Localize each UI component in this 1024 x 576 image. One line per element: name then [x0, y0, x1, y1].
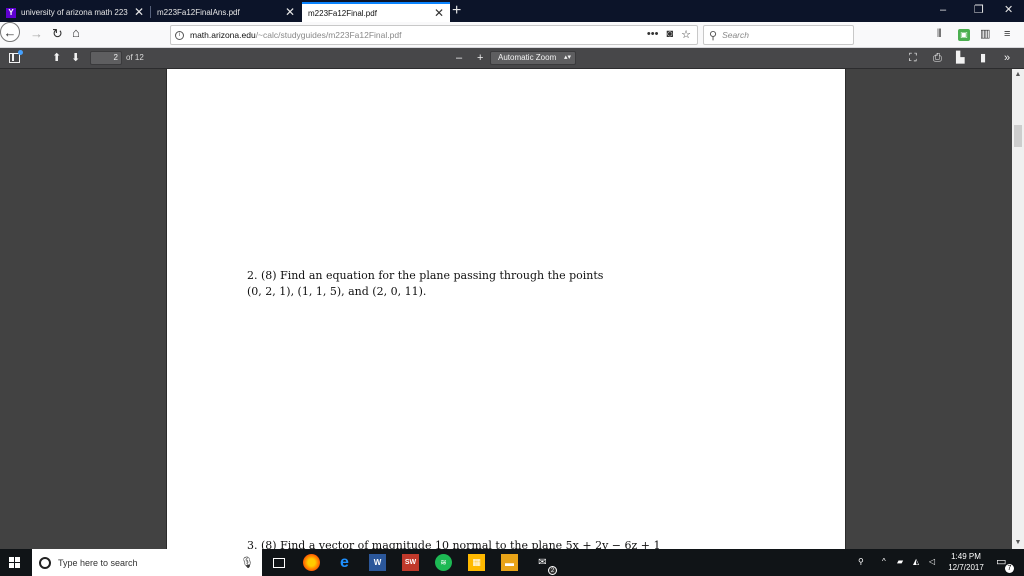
action-center-icon[interactable]: ▭ 7: [996, 555, 1014, 573]
tab-university-search[interactable]: Y university of arizona math 223 ✕: [0, 3, 150, 22]
system-clock[interactable]: 1:49 PM 12/7/2017: [944, 551, 988, 573]
bookmark-star-icon[interactable]: ☆: [681, 28, 691, 41]
zoom-in-button[interactable]: +: [477, 52, 483, 64]
microphone-icon[interactable]: 🎙︎: [240, 556, 254, 569]
extension-icon[interactable]: ▣: [958, 29, 970, 41]
scroll-up-icon[interactable]: ▲: [1012, 69, 1024, 81]
reload-icon: ↻: [52, 26, 63, 41]
more-tools-button[interactable]: »: [1004, 52, 1010, 64]
arrow-down-icon: ⬇: [71, 52, 81, 64]
close-window-button[interactable]: ✕: [1004, 4, 1013, 16]
pdf-toolbar: ⬆ ⬇ 2 of 12 – + Automatic Zoom ▴▾ ⛶ ⎙ ▙ …: [0, 48, 1024, 69]
mail-icon[interactable]: ✉ 2: [534, 554, 557, 575]
pocket-icon[interactable]: ◙: [666, 28, 673, 41]
pdf-viewer[interactable]: 2. (8) Find an equation for the plane pa…: [0, 69, 1012, 549]
save-icon[interactable]: ▙: [956, 52, 964, 64]
notification-badge: 7: [1005, 564, 1014, 573]
people-icon[interactable]: ⚲: [858, 557, 864, 566]
close-tab-icon[interactable]: ✕: [285, 6, 295, 18]
problem-2: 2. (8) Find an equation for the plane pa…: [247, 268, 603, 300]
previous-page-button[interactable]: ⬆: [52, 52, 61, 64]
windows-start-icon[interactable]: [9, 557, 20, 568]
info-icon[interactable]: i: [175, 30, 184, 40]
zoom-level: Automatic Zoom: [498, 53, 557, 62]
tab-final-answers[interactable]: m223Fa12FinalAns.pdf ✕: [151, 3, 301, 22]
home-button[interactable]: ⌂: [72, 26, 80, 40]
tab-label: m223Fa12FinalAns.pdf: [157, 8, 240, 17]
solidworks-icon[interactable]: SW: [402, 554, 419, 571]
task-view-icon[interactable]: [270, 554, 287, 571]
mail-badge: 2: [548, 566, 557, 575]
pdf-page: 2. (8) Find an equation for the plane pa…: [166, 69, 846, 549]
page-count: of 12: [126, 53, 144, 62]
firefox-icon[interactable]: [303, 554, 320, 571]
yahoo-icon: Y: [6, 7, 16, 18]
file-explorer-icon[interactable]: ▬: [501, 554, 518, 571]
arrow-up-icon: ⬆: [52, 52, 62, 64]
library-icon[interactable]: ⫴: [937, 28, 942, 40]
zoom-select[interactable]: Automatic Zoom ▴▾: [490, 51, 576, 65]
problem-2-line-2: (0, 2, 1), (1, 1, 5), and (2, 0, 11).: [247, 285, 427, 298]
next-page-button[interactable]: ⬇: [71, 52, 80, 64]
search-bar[interactable]: ⚲ Search: [703, 25, 854, 45]
word-icon[interactable]: W: [369, 554, 386, 571]
scroll-down-icon[interactable]: ▼: [1012, 537, 1024, 549]
problem-2-line-1: 2. (8) Find an equation for the plane pa…: [247, 269, 604, 282]
restore-button[interactable]: ❐: [974, 4, 984, 16]
url-host: math.arizona.edu: [190, 30, 256, 40]
search-icon: ⚲: [709, 29, 718, 42]
tab-final-pdf[interactable]: m223Fa12Final.pdf ✕: [302, 2, 450, 22]
tab-label: m223Fa12Final.pdf: [308, 8, 377, 18]
toggle-sidebar-button[interactable]: [9, 50, 23, 63]
wifi-icon[interactable]: ◭: [913, 557, 919, 566]
forward-button[interactable]: →: [30, 27, 43, 41]
problem-3-partial: 3. (8) Find a vector of magnitude 10 nor…: [247, 539, 661, 549]
windows-taskbar: Type here to search 🎙︎ e W SW ≋ ▦ ▬ ✉ 2 ⚲…: [0, 549, 1024, 576]
back-button[interactable]: ←: [0, 22, 20, 42]
spotify-icon[interactable]: ≋: [435, 554, 452, 571]
search-placeholder: Search: [722, 30, 749, 40]
arrow-left-icon: ←: [3, 24, 17, 40]
bookmark-icon[interactable]: ▮: [980, 52, 986, 64]
network-icon[interactable]: ▰: [897, 557, 903, 566]
store-icon[interactable]: ▦: [468, 554, 485, 571]
taskbar-search-placeholder: Type here to search: [58, 557, 138, 568]
dropdown-arrows-icon: ▴▾: [563, 54, 571, 61]
sidebar-icon[interactable]: ▥: [980, 28, 990, 40]
navigation-toolbar: ← → ↻ ⌂ i math.arizona.edu /~calc/studyg…: [0, 22, 1024, 48]
cortana-icon: [39, 556, 51, 569]
close-tab-icon[interactable]: ✕: [134, 6, 144, 18]
home-icon: ⌂: [72, 25, 80, 40]
notification-dot: [18, 50, 23, 55]
reload-button[interactable]: ↻: [52, 27, 63, 41]
volume-icon[interactable]: ◁: [929, 557, 935, 566]
vertical-scrollbar[interactable]: ▲ ▼: [1012, 69, 1024, 549]
clock-time: 1:49 PM: [951, 552, 981, 561]
close-tab-icon[interactable]: ✕: [434, 7, 444, 19]
url-path: /~calc/studyguides/m223Fa12Final.pdf: [255, 30, 402, 40]
tab-label: university of arizona math 223: [21, 8, 128, 17]
zoom-out-button[interactable]: –: [456, 52, 462, 64]
scroll-thumb[interactable]: [1014, 125, 1022, 147]
minimize-button[interactable]: –: [940, 4, 946, 16]
url-bar[interactable]: i math.arizona.edu /~calc/studyguides/m2…: [170, 25, 698, 45]
arrow-right-icon: →: [30, 26, 43, 41]
new-tab-button[interactable]: +: [452, 2, 461, 20]
show-hidden-icons[interactable]: ^: [882, 557, 886, 566]
clock-date: 12/7/2017: [948, 563, 984, 572]
taskbar-search-box[interactable]: Type here to search 🎙︎: [32, 549, 262, 576]
tab-strip: Y university of arizona math 223 ✕ m223F…: [0, 0, 1024, 22]
page-actions-icon[interactable]: •••: [647, 28, 659, 41]
page-number-input[interactable]: 2: [90, 51, 122, 65]
print-icon[interactable]: ⎙: [933, 52, 942, 64]
menu-icon[interactable]: ≡: [1004, 28, 1010, 40]
edge-icon[interactable]: e: [336, 554, 353, 571]
presentation-mode-icon[interactable]: ⛶: [909, 52, 917, 64]
